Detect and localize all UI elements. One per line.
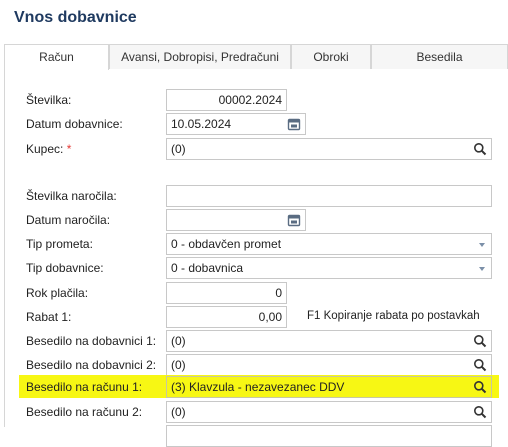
- row-tip-dobavnice: Tip dobavnice: 0 - dobavnica: [5, 257, 508, 279]
- row-datum-narocila: Datum naročila:: [5, 209, 508, 231]
- chevron-down-icon[interactable]: [479, 267, 485, 271]
- rok-placila-input[interactable]: 0: [166, 282, 287, 304]
- besedilo-racunu-1-value: (3) Klavzula - nezavezanec DDV: [171, 380, 345, 394]
- tip-prometa-value: 0 - obdavčen promet: [171, 237, 282, 251]
- row-datum-dobavnice: Datum dobavnice: 10.05.2024: [5, 113, 508, 135]
- tab-bar: Račun Avansi, Dobropisi, Predračuni Obro…: [4, 44, 508, 70]
- row-stevilka-narocila: Številka naročila:: [5, 185, 508, 207]
- search-icon[interactable]: [473, 380, 487, 394]
- row-rabat: Rabat 1: 0,00 F1 Kopiranje rabata po pos…: [5, 306, 508, 328]
- row-tip-prometa: Tip prometa: 0 - obdavčen promet: [5, 233, 508, 255]
- besedilo-dobavnici-2-value: (0): [171, 358, 186, 372]
- tab-besedila[interactable]: Besedila: [371, 44, 508, 69]
- datum-narocila-label: Datum naročila:: [26, 213, 111, 227]
- form-panel: Številka: 00002.2024 Datum dobavnice: 10…: [4, 69, 508, 447]
- datum-narocila-input[interactable]: [166, 209, 306, 231]
- besedilo-dobavnici-1-value: (0): [171, 334, 186, 348]
- row-besedilo-racunu-2: Besedilo na računu 2: (0): [5, 401, 508, 423]
- row-besedilo-dobavnici-1: Besedilo na dobavnici 1: (0): [5, 330, 508, 352]
- besedilo-racunu-2-value: (0): [171, 405, 186, 419]
- tab-avansi-dobropisi-predracuni[interactable]: Avansi, Dobropisi, Predračuni: [109, 44, 291, 69]
- kupec-label: Kupec: *: [26, 142, 71, 156]
- besedilo-dobavnici-2-label: Besedilo na dobavnici 2:: [26, 358, 157, 372]
- chevron-down-icon[interactable]: [479, 243, 485, 247]
- stevilka-narocila-input[interactable]: [166, 185, 492, 207]
- stevilka-label: Številka:: [26, 93, 72, 107]
- besedilo-dobavnici-1-label: Besedilo na dobavnici 1:: [26, 334, 157, 348]
- row-besedilo-racunu-1: Besedilo na računu 1: (3) Klavzula - nez…: [5, 376, 508, 398]
- kupec-label-text: Kupec:: [26, 142, 64, 156]
- tip-prometa-select[interactable]: 0 - obdavčen promet: [166, 233, 492, 255]
- besedilo-dobavnici-2-input[interactable]: (0): [166, 354, 492, 376]
- tab-obroki[interactable]: Obroki: [291, 44, 371, 69]
- tip-prometa-label: Tip prometa:: [26, 237, 93, 251]
- stevilka-input[interactable]: 00002.2024: [166, 89, 287, 111]
- calendar-icon[interactable]: [287, 213, 301, 227]
- row-kupec: Kupec: * (0): [5, 138, 508, 160]
- stevilka-narocila-label: Številka naročila:: [26, 189, 117, 203]
- search-icon[interactable]: [473, 405, 487, 419]
- rabat-input[interactable]: 0,00: [166, 306, 287, 328]
- row-partial: [5, 425, 508, 447]
- besedilo-dobavnici-1-input[interactable]: (0): [166, 330, 492, 352]
- row-rok-placila: Rok plačila: 0: [5, 282, 508, 304]
- rabat-label: Rabat 1:: [26, 310, 72, 324]
- tip-dobavnice-select[interactable]: 0 - dobavnica: [166, 257, 492, 279]
- datum-dobavnice-label: Datum dobavnice:: [26, 117, 123, 131]
- rabat-hint: F1 Kopiranje rabata po postavkah: [307, 310, 480, 322]
- search-icon[interactable]: [473, 142, 487, 156]
- search-icon[interactable]: [473, 334, 487, 348]
- tip-dobavnice-label: Tip dobavnice:: [26, 261, 104, 275]
- datum-dobavnice-input[interactable]: 10.05.2024: [166, 113, 306, 135]
- rok-placila-label: Rok plačila:: [26, 286, 89, 300]
- kupec-value: (0): [171, 142, 186, 156]
- besedilo-racunu-1-input[interactable]: (3) Klavzula - nezavezanec DDV: [166, 376, 492, 398]
- tip-dobavnice-value: 0 - dobavnica: [171, 261, 244, 275]
- besedilo-racunu-2-label: Besedilo na računu 2:: [26, 405, 143, 419]
- tab-racun[interactable]: Račun: [4, 44, 109, 70]
- row-stevilka: Številka: 00002.2024: [5, 89, 508, 111]
- calendar-icon[interactable]: [287, 117, 301, 131]
- kupec-input[interactable]: (0): [166, 138, 492, 160]
- datum-dobavnice-value: 10.05.2024: [171, 117, 232, 131]
- besedilo-racunu-1-label: Besedilo na računu 1:: [26, 380, 143, 394]
- search-icon[interactable]: [473, 358, 487, 372]
- besedilo-racunu-2-input[interactable]: (0): [166, 401, 492, 423]
- next-field-input[interactable]: [166, 425, 492, 447]
- row-besedilo-dobavnici-2: Besedilo na dobavnici 2: (0): [5, 354, 508, 376]
- page-title: Vnos dobavnice: [14, 9, 137, 26]
- required-mark: *: [66, 142, 72, 156]
